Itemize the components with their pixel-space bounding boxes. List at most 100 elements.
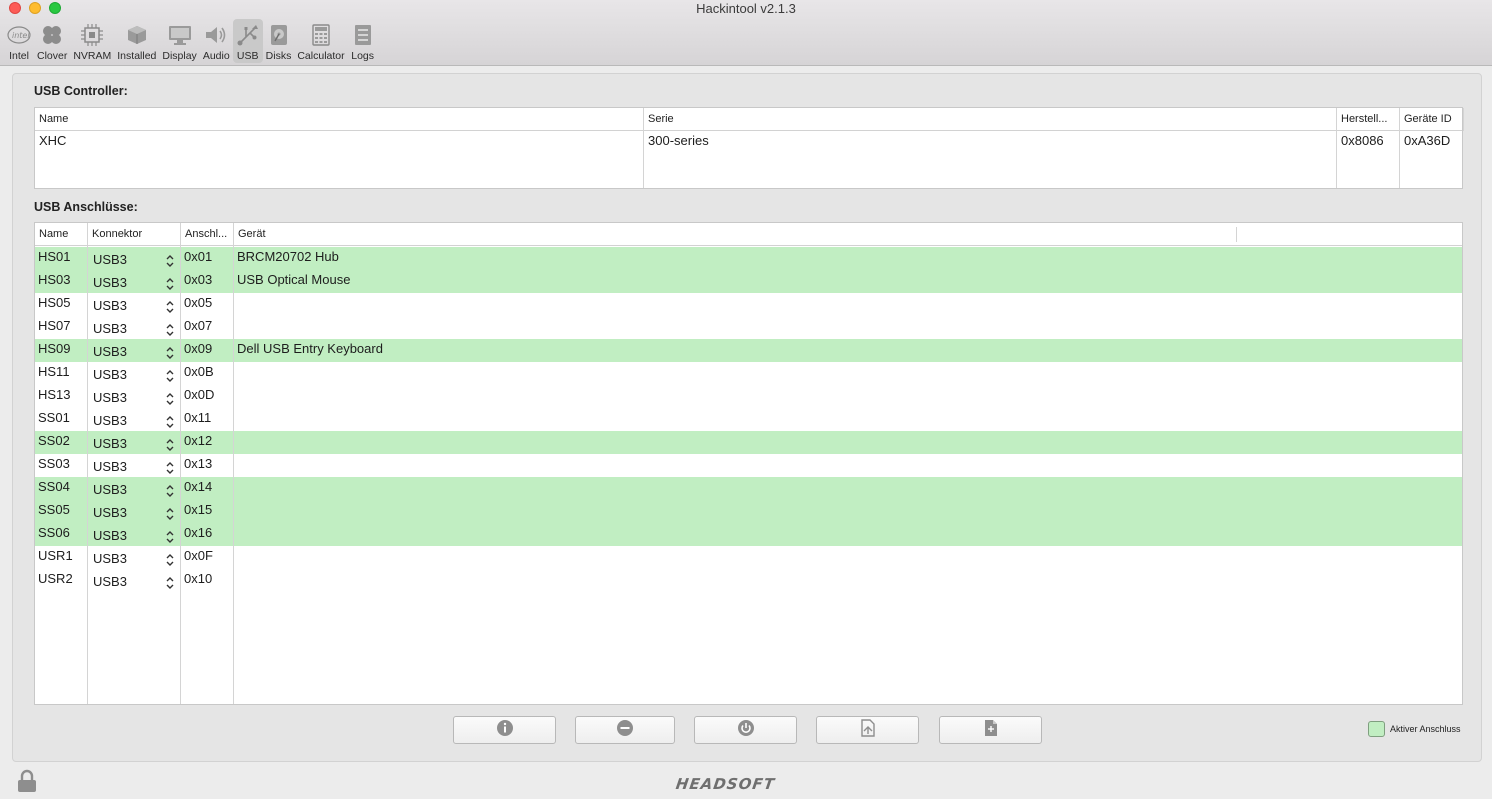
toolbar-item-installed[interactable]: Installed bbox=[114, 19, 159, 63]
port-device bbox=[234, 454, 237, 477]
column-header-device[interactable]: Gerät bbox=[234, 223, 1236, 246]
table-row[interactable]: SS04 USB3 0x14 bbox=[35, 477, 1462, 500]
chevron-up-down-icon bbox=[165, 483, 175, 497]
chevron-up-down-icon bbox=[165, 253, 175, 267]
connector-select[interactable]: USB3 bbox=[93, 272, 177, 292]
port-name: SS01 bbox=[38, 410, 70, 425]
toolbar-item-clover[interactable]: Clover bbox=[34, 19, 70, 63]
table-row[interactable]: HS05 USB3 0x05 bbox=[35, 293, 1462, 316]
table-row[interactable]: HS03 USB3 0x03 USB Optical Mouse bbox=[35, 270, 1462, 293]
display-icon bbox=[168, 23, 192, 47]
toolbar-item-logs[interactable]: Logs bbox=[348, 19, 378, 63]
connector-select[interactable]: USB3 bbox=[93, 502, 177, 522]
toolbar-item-calculator[interactable]: Calculator bbox=[294, 19, 347, 63]
chevron-up-down-icon bbox=[165, 437, 175, 451]
connector-select[interactable]: USB3 bbox=[93, 456, 177, 476]
intel-icon: intel bbox=[7, 23, 31, 47]
port-device bbox=[234, 362, 237, 385]
port-name: HS03 bbox=[38, 272, 71, 287]
connector-value: USB3 bbox=[93, 298, 127, 313]
connector-select[interactable]: USB3 bbox=[93, 318, 177, 338]
toolbar-item-nvram[interactable]: NVRAM bbox=[70, 19, 114, 63]
port-address: 0x13 bbox=[184, 456, 213, 471]
table-row[interactable]: SS03 USB3 0x13 bbox=[35, 454, 1462, 477]
column-header-port[interactable]: Anschl... bbox=[181, 223, 233, 246]
remove-button[interactable] bbox=[575, 716, 675, 744]
connector-value: USB3 bbox=[93, 413, 127, 428]
toolbar-item-usb[interactable]: USB bbox=[232, 19, 263, 63]
lock-icon[interactable] bbox=[16, 769, 38, 798]
usb-controller-title: USB Controller: bbox=[34, 84, 128, 98]
clover-icon bbox=[40, 23, 64, 47]
toolbar-item-audio[interactable]: Audio bbox=[200, 19, 233, 63]
table-row[interactable]: SS05 USB3 0x15 bbox=[35, 500, 1462, 523]
port-device: Dell USB Entry Keyboard bbox=[237, 341, 383, 356]
port-device bbox=[234, 500, 237, 523]
connector-select[interactable]: USB3 bbox=[93, 249, 177, 269]
controller-serie: 300-series bbox=[648, 133, 709, 148]
port-device bbox=[234, 293, 237, 316]
table-row[interactable]: HS07 USB3 0x07 bbox=[35, 316, 1462, 339]
chip-icon bbox=[80, 23, 104, 47]
column-header-name[interactable]: Name bbox=[35, 108, 643, 131]
port-address: 0x01 bbox=[184, 249, 213, 264]
table-row[interactable]: HS13 USB3 0x0D bbox=[35, 385, 1462, 408]
port-device bbox=[234, 316, 237, 339]
port-device bbox=[234, 385, 237, 408]
calculator-icon bbox=[309, 23, 333, 47]
column-header-device-id[interactable]: Geräte ID bbox=[1400, 108, 1463, 131]
column-header-vendor[interactable]: Herstell... bbox=[1337, 108, 1399, 131]
port-name: HS05 bbox=[38, 295, 71, 310]
export-file-icon bbox=[860, 718, 876, 742]
connector-value: USB3 bbox=[93, 482, 127, 497]
table-row[interactable]: USR1 USB3 0x0F bbox=[35, 546, 1462, 569]
controller-vendor: 0x8086 bbox=[1341, 133, 1384, 148]
connector-select[interactable]: USB3 bbox=[93, 433, 177, 453]
inject-button[interactable] bbox=[939, 716, 1042, 744]
port-address: 0x07 bbox=[184, 318, 213, 333]
table-row[interactable]: SS01 USB3 0x11 bbox=[35, 408, 1462, 431]
connector-value: USB3 bbox=[93, 436, 127, 451]
connector-select[interactable]: USB3 bbox=[93, 295, 177, 315]
table-row[interactable]: SS06 USB3 0x16 bbox=[35, 523, 1462, 546]
column-header-serie[interactable]: Serie bbox=[644, 108, 1336, 131]
connector-select[interactable]: USB3 bbox=[93, 571, 177, 591]
table-row[interactable]: SS02 USB3 0x12 bbox=[35, 431, 1462, 454]
toolbar-item-intel[interactable]: intel Intel bbox=[4, 19, 34, 63]
table-row[interactable]: USR2 USB3 0x10 bbox=[35, 569, 1462, 592]
column-header-connector[interactable]: Konnektor bbox=[88, 223, 180, 246]
connector-select[interactable]: USB3 bbox=[93, 479, 177, 499]
chevron-up-down-icon bbox=[165, 460, 175, 474]
connector-select[interactable]: USB3 bbox=[93, 548, 177, 568]
package-icon bbox=[125, 23, 149, 47]
connector-value: USB3 bbox=[93, 275, 127, 290]
table-row[interactable]: HS01 USB3 0x01 BRCM20702 Hub bbox=[35, 247, 1462, 270]
port-name: HS07 bbox=[38, 318, 71, 333]
connector-select[interactable]: USB3 bbox=[93, 341, 177, 361]
usb-ports-table[interactable]: Name Konnektor Anschl... Gerät HS01 USB3 0… bbox=[34, 222, 1463, 705]
connector-select[interactable]: USB3 bbox=[93, 387, 177, 407]
toolbar-item-display[interactable]: Display bbox=[159, 19, 199, 63]
connector-select[interactable]: USB3 bbox=[93, 525, 177, 545]
usb-controller-table[interactable]: Name Serie Herstell... Geräte ID XHC 300… bbox=[34, 107, 1464, 189]
headsoft-logo: HEADSOFT bbox=[674, 775, 777, 793]
chevron-up-down-icon bbox=[165, 575, 175, 589]
connector-select[interactable]: USB3 bbox=[93, 410, 177, 430]
table-row[interactable]: HS09 USB3 0x09 Dell USB Entry Keyboard bbox=[35, 339, 1462, 362]
usb-panel: USB Controller: Name Serie Herstell... G… bbox=[12, 73, 1482, 762]
info-button[interactable] bbox=[453, 716, 556, 744]
port-name: SS06 bbox=[38, 525, 70, 540]
chevron-up-down-icon bbox=[165, 276, 175, 290]
refresh-button[interactable] bbox=[694, 716, 797, 744]
port-device: BRCM20702 Hub bbox=[237, 249, 339, 264]
connector-value: USB3 bbox=[93, 252, 127, 267]
port-device bbox=[234, 431, 237, 454]
column-header-name[interactable]: Name bbox=[35, 223, 87, 246]
controller-table-header: Name Serie Herstell... Geräte ID bbox=[35, 108, 1462, 131]
connector-value: USB3 bbox=[93, 344, 127, 359]
connector-select[interactable]: USB3 bbox=[93, 364, 177, 384]
port-device bbox=[234, 569, 237, 592]
export-button[interactable] bbox=[816, 716, 919, 744]
toolbar-item-disks[interactable]: Disks bbox=[263, 19, 295, 63]
table-row[interactable]: HS11 USB3 0x0B bbox=[35, 362, 1462, 385]
